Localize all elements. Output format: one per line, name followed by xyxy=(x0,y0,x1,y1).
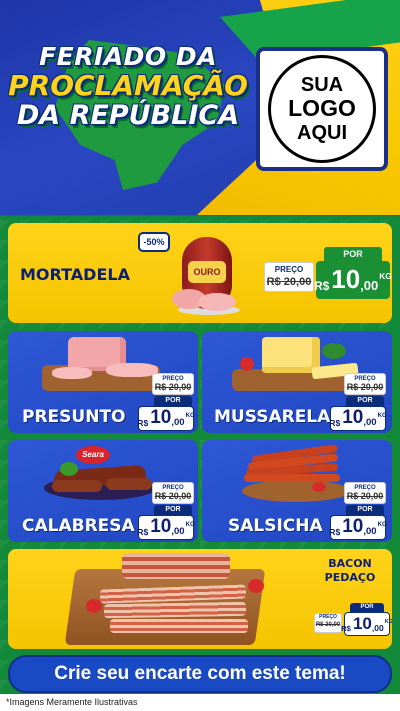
old-price: R$ 20,00 xyxy=(346,382,384,392)
title-line-3: DA REPÚBLICA xyxy=(16,100,240,131)
product-card-bacon[interactable]: BACON PEDAÇO PREÇO R$ 20,00 POR R$ 10 ,0… xyxy=(8,549,392,649)
price-dec: ,00 xyxy=(363,525,377,537)
unit: KG xyxy=(379,270,392,281)
current-price: R$ 10 ,00 KG xyxy=(137,515,195,540)
por-label: POR xyxy=(350,603,384,612)
product-name: CALABRESA xyxy=(22,516,135,536)
old-price: R$ 20,00 xyxy=(154,382,192,392)
por-label: POR xyxy=(346,505,384,515)
bacon-name: BACON PEDAÇO xyxy=(320,557,380,586)
old-price: R$ 20,00 xyxy=(154,491,192,501)
unit: KG xyxy=(377,411,387,419)
unit: KG xyxy=(377,520,387,528)
old-price-box: PREÇO R$ 20,00 xyxy=(344,482,386,504)
featured-product-card[interactable]: MORTADELA OURO PREÇO R$ 20,00 POR R$ 10 … xyxy=(8,223,392,323)
product-name: MUSSARELA xyxy=(214,407,331,427)
por-label: POR xyxy=(324,247,382,261)
price-int: 10 xyxy=(150,407,172,428)
preco-label: PREÇO xyxy=(274,265,304,274)
unit: KG xyxy=(185,411,195,419)
current-price: R$ 10 ,00 KG xyxy=(341,612,392,636)
title-line-1: FERIADO DA xyxy=(39,42,217,71)
currency: R$ xyxy=(314,280,330,294)
brand-label: Seara xyxy=(76,446,110,464)
old-price-box: PREÇO R$ 20,00 xyxy=(152,373,194,395)
currency: R$ xyxy=(341,623,351,633)
product-card-presunto[interactable]: PRESUNTO PREÇO R$ 20,00 POR R$ 10 ,00 KG xyxy=(8,331,198,433)
product-name: SALSICHA xyxy=(228,516,323,536)
bacon-image xyxy=(64,553,270,647)
product-card-salsicha[interactable]: SALSICHA PREÇO R$ 20,00 POR R$ 10 ,00 KG xyxy=(202,440,392,542)
brand-label: OURO xyxy=(188,261,226,283)
bacon-name-line-1: BACON xyxy=(328,557,372,570)
current-price: R$ 10 ,00 KG xyxy=(329,515,387,540)
logo-text-1: SUA xyxy=(300,73,344,96)
calabresa-image: Seara xyxy=(44,446,160,502)
por-label: POR xyxy=(154,396,192,406)
currency: R$ xyxy=(137,417,149,428)
logo-placeholder[interactable]: SUA LOGO AQUI xyxy=(256,47,388,171)
current-price: R$ 10 ,00 KG xyxy=(329,406,387,431)
logo-circle: SUA LOGO AQUI xyxy=(268,55,376,163)
preco-label: PREÇO xyxy=(319,614,337,620)
old-price-box: PREÇO R$ 20,00 xyxy=(152,482,194,504)
flyer-page: FERIADO DA PROCLAMAÇÃO DA REPÚBLICA SUA … xyxy=(0,0,400,711)
title-line-2: PROCLAMAÇÃO xyxy=(8,69,248,102)
price-dec: ,00 xyxy=(171,525,185,537)
old-price-box: PREÇO R$ 20,00 xyxy=(344,373,386,395)
old-price: R$ 20,00 xyxy=(346,491,384,501)
bacon-name-line-2: PEDAÇO xyxy=(324,571,376,585)
mortadela-image: OURO xyxy=(168,235,248,317)
presunto-image xyxy=(42,335,162,395)
price-dec: ,00 xyxy=(363,416,377,428)
product-name: MORTADELA xyxy=(20,265,130,284)
mussarela-image xyxy=(232,333,362,395)
old-price: R$ 20,00 xyxy=(266,276,312,288)
price-dec: ,00 xyxy=(371,622,384,633)
current-price: R$ 10 ,00 KG xyxy=(137,406,195,431)
price-int: 10 xyxy=(342,407,364,428)
old-price-box: PREÇO R$ 20,00 xyxy=(264,262,314,292)
page-title: FERIADO DA PROCLAMAÇÃO DA REPÚBLICA xyxy=(8,44,248,129)
price-dec: ,00 xyxy=(360,278,379,294)
salsicha-image xyxy=(242,444,352,504)
price-int: 10 xyxy=(331,264,361,294)
old-price: R$ 20,00 xyxy=(315,622,341,628)
discount-badge: -50% xyxy=(138,232,170,252)
current-price: R$ 10 ,00 KG xyxy=(314,261,392,299)
logo-text-3: AQUI xyxy=(297,121,347,144)
logo-text-2: LOGO xyxy=(288,95,356,122)
currency: R$ xyxy=(329,417,341,428)
disclaimer-text: *Imagens Meramente Ilustrativas xyxy=(0,694,400,711)
currency: R$ xyxy=(137,526,149,537)
por-label: POR xyxy=(346,396,384,406)
product-card-calabresa[interactable]: Seara CALABRESA PREÇO R$ 20,00 POR R$ 10… xyxy=(8,440,198,542)
price-int: 10 xyxy=(150,516,172,537)
product-name: PRESUNTO xyxy=(22,407,126,427)
price-int: 10 xyxy=(352,614,372,633)
cta-banner[interactable]: Crie seu encarte com este tema! xyxy=(8,655,392,693)
currency: R$ xyxy=(329,526,341,537)
unit: KG xyxy=(185,520,195,528)
old-price-box: PREÇO R$ 20,00 xyxy=(314,613,342,633)
header-banner: FERIADO DA PROCLAMAÇÃO DA REPÚBLICA SUA … xyxy=(0,0,400,215)
product-card-mussarela[interactable]: MUSSARELA PREÇO R$ 20,00 POR R$ 10 ,00 K… xyxy=(202,331,392,433)
price-dec: ,00 xyxy=(171,416,185,428)
unit: KG xyxy=(384,618,392,625)
price-int: 10 xyxy=(342,516,364,537)
por-label: POR xyxy=(154,505,192,515)
